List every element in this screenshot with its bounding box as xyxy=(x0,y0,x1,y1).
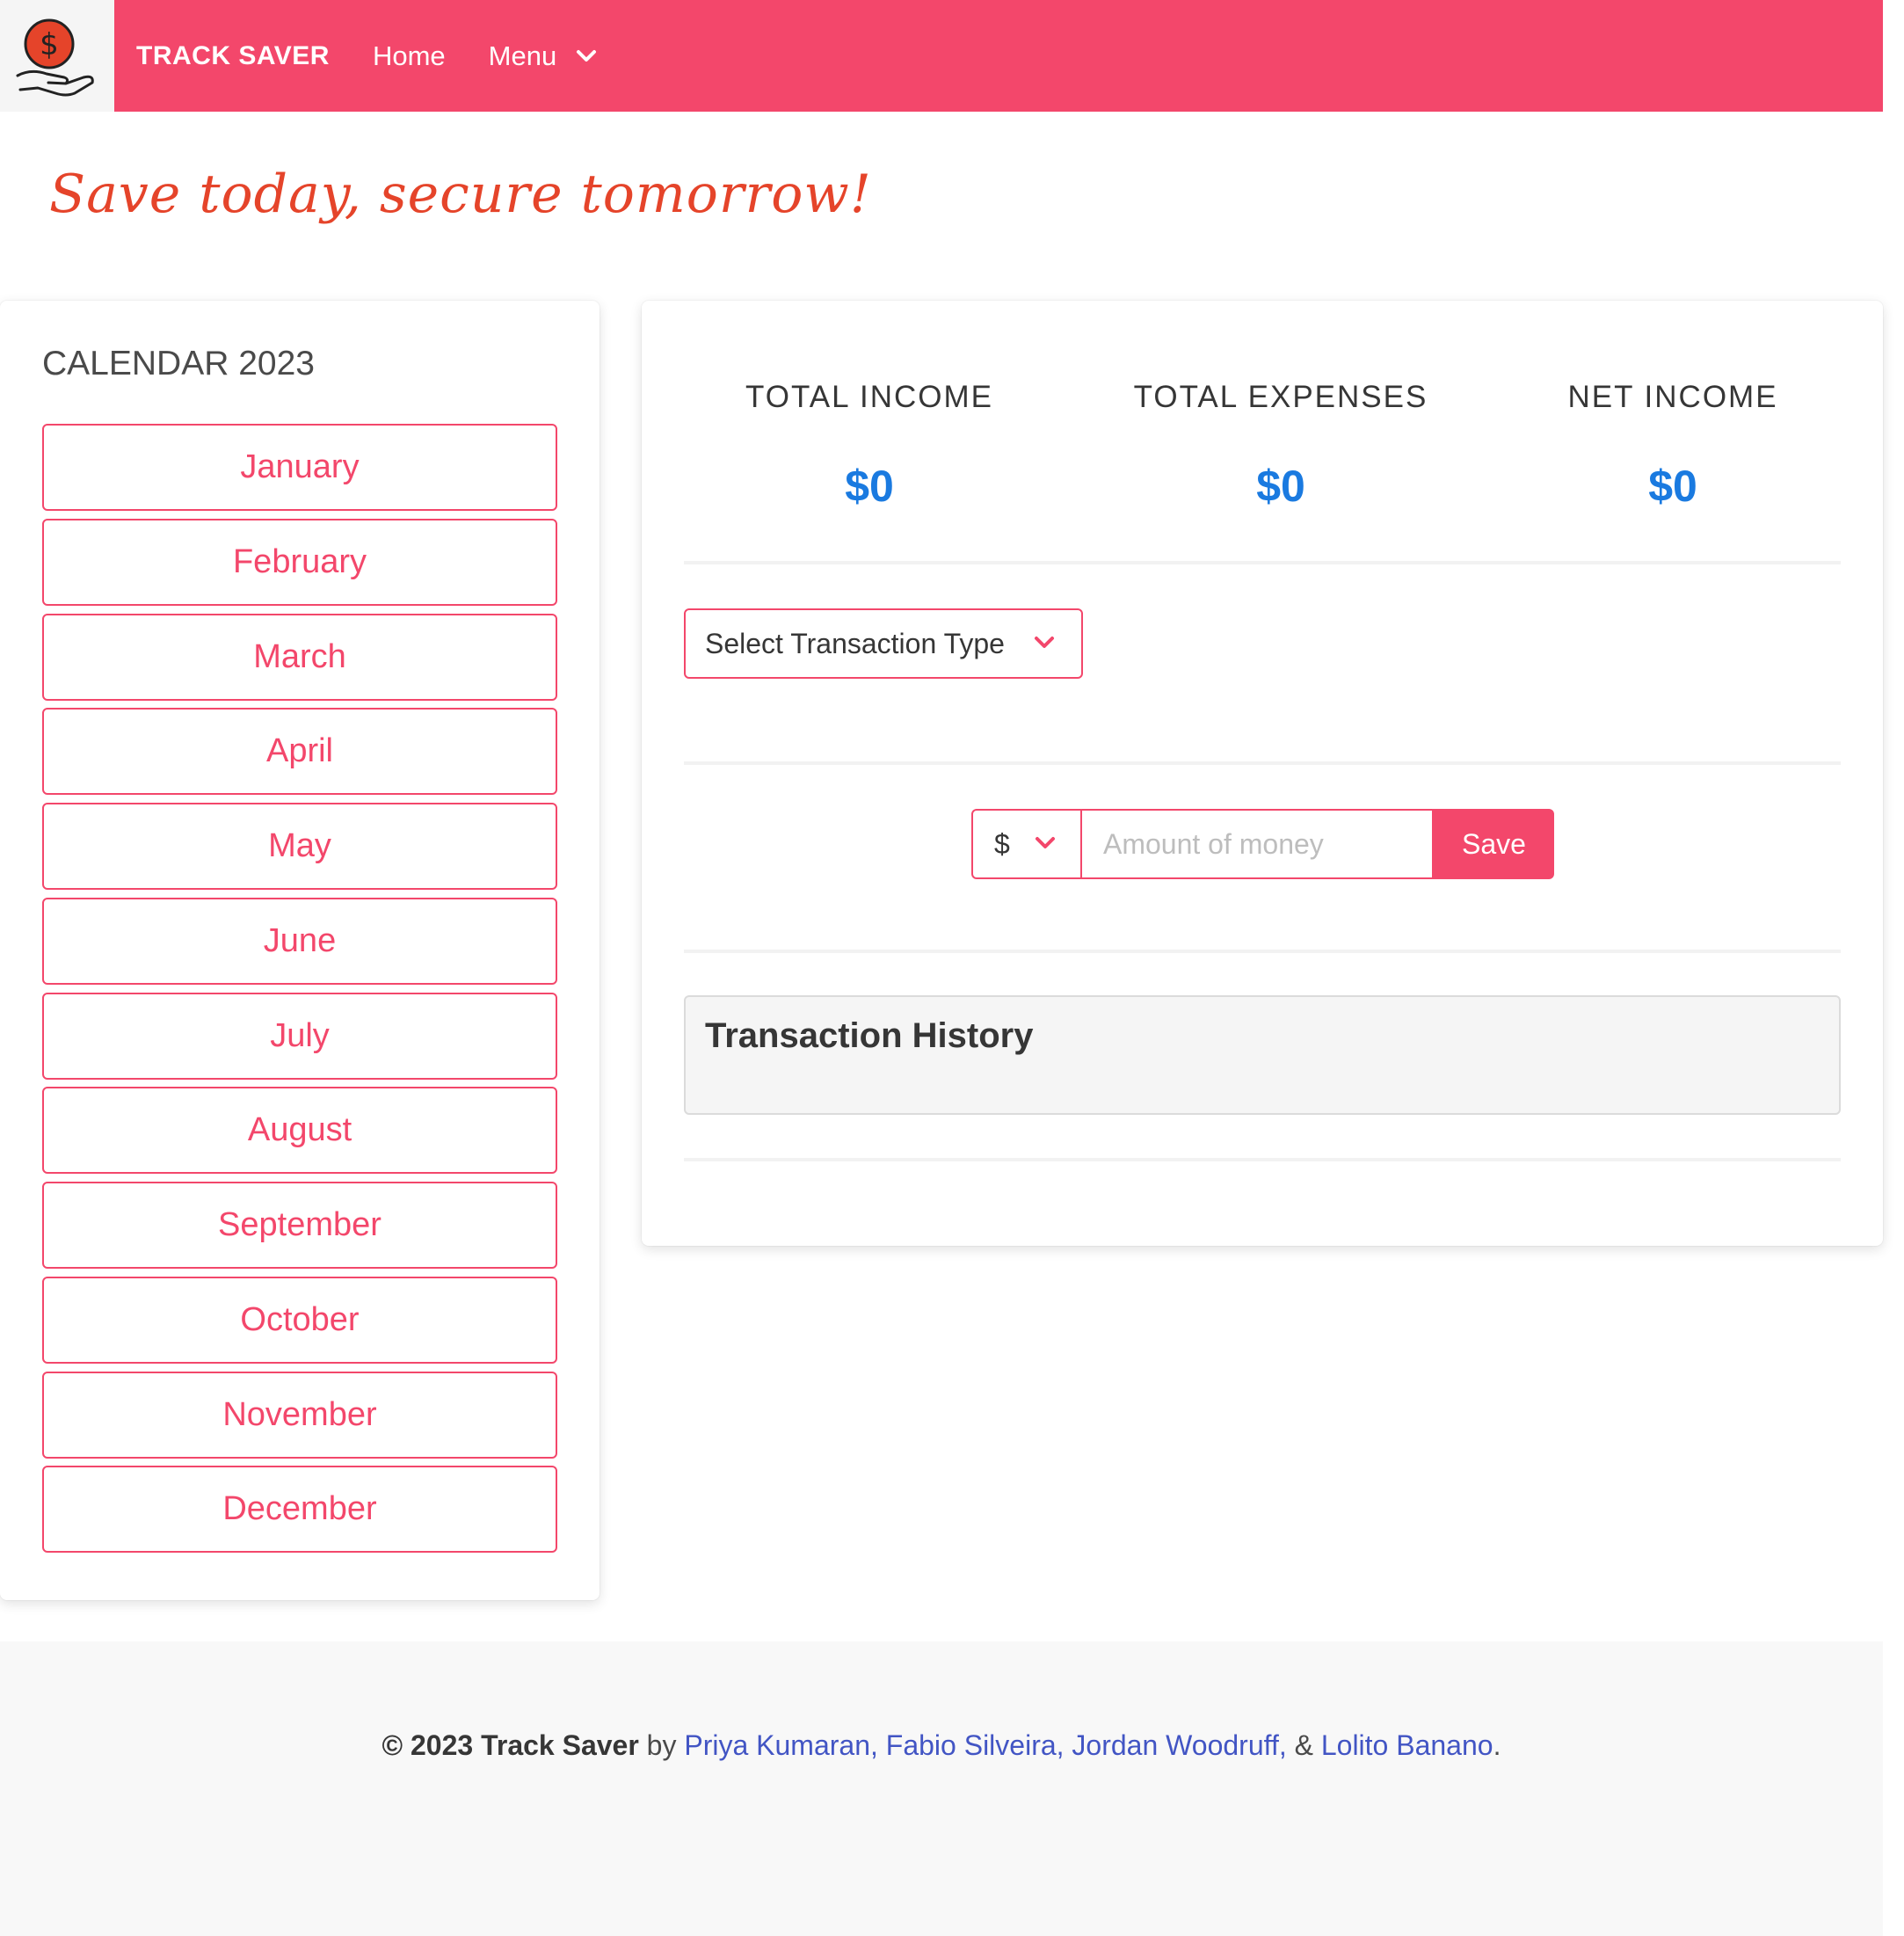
footer-authors-link[interactable]: Priya Kumaran, Fabio Silveira, Jordan Wo… xyxy=(684,1729,1286,1761)
transaction-type-select[interactable]: Select Transaction Type xyxy=(684,608,1083,679)
net-income-label: NET INCOME xyxy=(1567,380,1778,414)
brand-link[interactable]: TRACK SAVER xyxy=(136,41,330,71)
net-income-value: $0 xyxy=(1648,462,1697,511)
navbar: $ TRACK SAVER Home Menu xyxy=(0,0,1883,112)
footer-ampersand: & xyxy=(1294,1729,1313,1761)
total-expenses-label: TOTAL EXPENSES xyxy=(1133,380,1428,414)
save-button[interactable]: Save xyxy=(1434,809,1554,879)
logo[interactable]: $ xyxy=(0,0,114,112)
footer-text: © 2023 Track Saver by Priya Kumaran, Fab… xyxy=(0,1729,1883,1762)
footer-copyright: © 2023 Track Saver xyxy=(382,1729,639,1761)
currency-select[interactable]: $ xyxy=(971,809,1082,879)
net-income-stat: NET INCOME $0 xyxy=(1497,380,1849,512)
divider xyxy=(684,561,1841,564)
month-button-august[interactable]: August xyxy=(42,1087,557,1174)
footer-period: . xyxy=(1493,1729,1501,1761)
nav-menu-dropdown[interactable]: Menu xyxy=(489,40,598,72)
divider xyxy=(684,761,1841,765)
transaction-history-panel: Transaction History xyxy=(684,995,1841,1115)
calendar-title: CALENDAR 2023 xyxy=(42,345,315,382)
month-button-july[interactable]: July xyxy=(42,993,557,1080)
amount-input[interactable] xyxy=(1082,809,1434,879)
nav-menu-label: Menu xyxy=(488,40,557,71)
transaction-type-label: Select Transaction Type xyxy=(705,627,1005,659)
month-button-june[interactable]: June xyxy=(42,898,557,985)
month-button-february[interactable]: February xyxy=(42,519,557,606)
total-expenses-value: $0 xyxy=(1256,462,1305,511)
month-button-september[interactable]: September xyxy=(42,1182,557,1269)
chevron-down-icon xyxy=(1036,837,1055,848)
footer: © 2023 Track Saver by Priya Kumaran, Fab… xyxy=(0,1641,1883,1936)
divider xyxy=(684,950,1841,953)
footer-by: by xyxy=(646,1729,677,1761)
footer-last-author-link[interactable]: Lolito Banano xyxy=(1321,1729,1493,1761)
svg-text:$: $ xyxy=(40,27,59,62)
calendar-panel: CALENDAR 2023 January February March Apr… xyxy=(0,301,600,1600)
month-button-january[interactable]: January xyxy=(42,424,557,511)
total-expenses-stat: TOTAL EXPENSES $0 xyxy=(1105,380,1457,512)
summary-panel: TOTAL INCOME $0 TOTAL EXPENSES $0 NET IN… xyxy=(642,301,1883,1246)
month-button-december[interactable]: December xyxy=(42,1466,557,1553)
nav-home-link[interactable]: Home xyxy=(373,40,446,72)
divider xyxy=(684,1158,1841,1161)
total-income-value: $0 xyxy=(845,462,894,511)
month-button-april[interactable]: April xyxy=(42,708,557,795)
total-income-stat: TOTAL INCOME $0 xyxy=(694,380,1045,512)
nav-home-label: Home xyxy=(372,40,446,71)
month-button-may[interactable]: May xyxy=(42,803,557,890)
amount-form: $ Save xyxy=(971,809,1554,879)
month-button-march[interactable]: March xyxy=(42,614,557,701)
chevron-down-icon xyxy=(577,49,597,62)
transaction-history-title: Transaction History xyxy=(705,1016,1034,1055)
chevron-down-icon xyxy=(1035,637,1054,648)
currency-label: $ xyxy=(994,827,1010,860)
month-button-november[interactable]: November xyxy=(42,1372,557,1459)
month-button-october[interactable]: October xyxy=(42,1277,557,1364)
dollar-hand-icon: $ xyxy=(16,18,94,96)
total-income-label: TOTAL INCOME xyxy=(745,380,993,414)
tagline: Save today, secure tomorrow! xyxy=(49,164,872,225)
